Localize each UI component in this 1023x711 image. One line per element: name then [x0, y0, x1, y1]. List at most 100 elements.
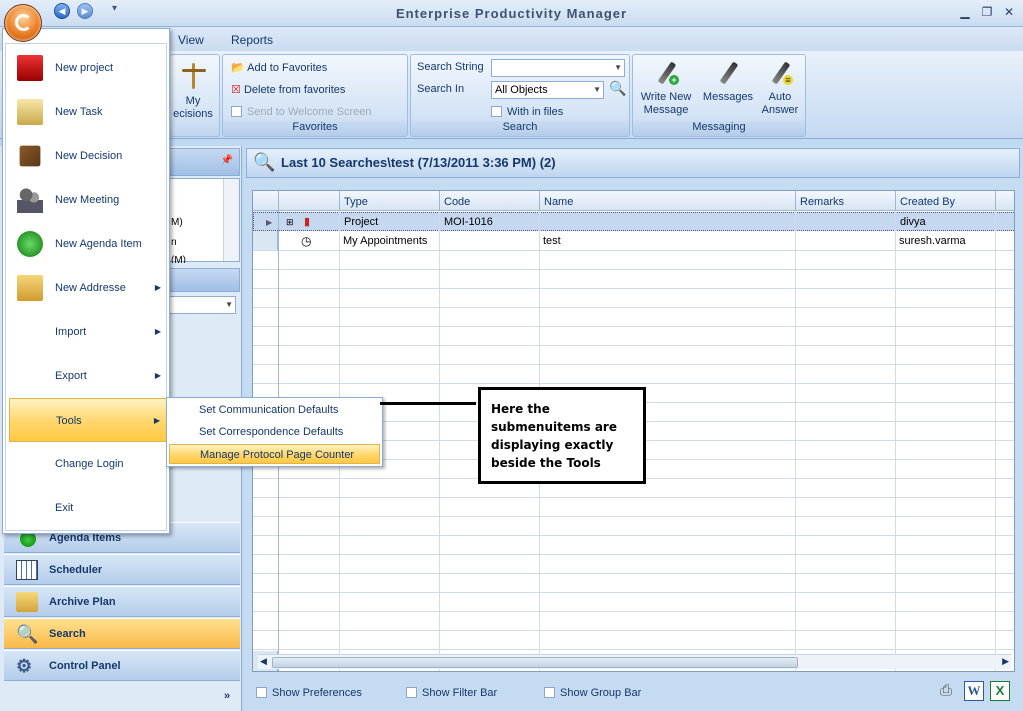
close-button[interactable]: ✕ — [999, 4, 1019, 20]
menu-new-task[interactable]: New Task — [9, 90, 169, 134]
forward-icon[interactable]: ▶ — [77, 3, 93, 19]
send-to-welcome-screen-checkbox[interactable]: Send to Welcome Screen — [231, 106, 372, 118]
scales-icon — [180, 61, 206, 93]
add-to-favorites-button[interactable]: 📂 Add to Favorites — [231, 61, 327, 74]
menu-export[interactable]: Export ▶ — [9, 354, 169, 398]
menu-change-login[interactable]: Change Login — [9, 442, 169, 486]
column-extra[interactable] — [995, 191, 1014, 211]
submenu-set-correspondence-defaults[interactable]: Set Correspondence Defaults — [169, 422, 380, 442]
menu-exit[interactable]: Exit — [9, 486, 169, 530]
auto-answer-icon: ≡ — [769, 61, 793, 89]
application-menu: New project New Task New Decision New Me… — [2, 28, 170, 534]
excel-export-icon[interactable]: X — [990, 681, 1010, 701]
column-icon[interactable] — [278, 191, 339, 211]
menu-new-agenda-item[interactable]: New Agenda Item — [9, 222, 169, 266]
search-icon[interactable]: 🔍 — [609, 80, 626, 97]
search-group-label: Search — [411, 121, 629, 136]
menu-item-label: New project — [55, 62, 114, 74]
show-filter-bar-label: Show Filter Bar — [422, 687, 498, 699]
column-name[interactable]: Name — [539, 191, 795, 211]
cell-name — [540, 213, 544, 232]
menu-new-addresse[interactable]: New Addresse ▶ — [9, 266, 169, 310]
horizontal-scrollbar[interactable]: ◀ ▶ — [258, 654, 1011, 669]
word-export-icon[interactable]: W — [964, 681, 984, 701]
vertical-scrollbar[interactable] — [223, 179, 239, 261]
nav-control-panel[interactable]: ⚙ Control Panel — [4, 650, 240, 681]
recent-list-item[interactable]: M) — [171, 217, 183, 228]
nav-scheduler[interactable]: Scheduler — [4, 554, 240, 585]
column-code[interactable]: Code — [439, 191, 539, 211]
cell-created-by: suresh.varma — [899, 235, 966, 247]
menu-new-project[interactable]: New project — [9, 46, 169, 90]
menu-import[interactable]: Import ▶ — [9, 310, 169, 354]
pin-icon[interactable]: 📌 — [221, 155, 233, 166]
tab-view[interactable]: View — [178, 33, 204, 47]
search-icon: 🔍 — [16, 624, 39, 644]
nav-archive-label: Archive Plan — [49, 596, 116, 608]
back-icon[interactable]: ◀ — [54, 3, 70, 19]
messages-button[interactable]: Messages — [699, 61, 757, 104]
quick-access-dropdown-icon[interactable]: ▾ — [112, 3, 117, 14]
cell-remarks — [796, 213, 800, 232]
show-group-bar-checkbox[interactable]: Show Group Bar — [544, 687, 641, 699]
auto-answer-button[interactable]: ≡ Auto Answer — [757, 61, 803, 117]
expand-icon[interactable]: ⊞ — [282, 213, 294, 232]
show-preferences-checkbox[interactable]: Show Preferences — [256, 687, 362, 699]
folder-icon — [16, 592, 38, 612]
show-preferences-label: Show Preferences — [272, 687, 362, 699]
submenu-manage-protocol-page-counter[interactable]: Manage Protocol Page Counter — [169, 444, 380, 464]
menu-item-label: Import — [55, 326, 87, 338]
scrollbar-thumb[interactable] — [272, 657, 798, 668]
gavel-icon — [19, 145, 41, 167]
expand-nav-icon[interactable]: » — [224, 690, 230, 702]
column-remarks[interactable]: Remarks — [795, 191, 895, 211]
search-group: Search String ▼ Search In All Objects ▼ 🔍… — [410, 54, 630, 137]
recent-list-item[interactable]: (M) — [171, 255, 186, 263]
messaging-group: + Write New Message Messages ≡ Auto Answer… — [632, 54, 806, 137]
menu-new-decision[interactable]: New Decision — [9, 134, 169, 178]
my-decisions-label-1: My — [185, 95, 201, 107]
cell-type: My Appointments — [343, 235, 428, 247]
search-in-select[interactable]: All Objects ▼ — [491, 81, 604, 99]
menu-item-label: Exit — [55, 502, 74, 514]
nav-archive-plan[interactable]: Archive Plan — [4, 586, 240, 617]
search-icon: 🔍 — [253, 152, 276, 172]
filter-select[interactable]: ▼ — [166, 296, 236, 314]
menu-item-label: New Addresse — [55, 282, 126, 294]
menu-item-label: New Decision — [55, 150, 123, 162]
write-new-message-button[interactable]: + Write New Message — [635, 61, 697, 117]
menu-new-meeting[interactable]: New Meeting — [9, 178, 169, 222]
checkbox-icon — [491, 106, 502, 117]
grid-header: Type Code Name Remarks Created By — [253, 191, 1014, 211]
tab-reports[interactable]: Reports — [231, 33, 273, 47]
delete-from-favorites-button[interactable]: ☒ Delete from favorites — [231, 83, 345, 96]
menu-item-label: New Task — [55, 106, 103, 118]
callout-pointer — [380, 402, 476, 405]
my-decisions-button[interactable]: My ecisions — [170, 61, 216, 121]
column-created-by[interactable]: Created By — [895, 191, 995, 211]
column-type[interactable]: Type — [339, 191, 439, 211]
scroll-right-icon[interactable]: ▶ — [1002, 656, 1009, 667]
recent-list-item[interactable]: n — [171, 237, 177, 248]
search-string-input[interactable]: ▼ — [491, 59, 625, 77]
with-in-files-checkbox[interactable]: With in files — [491, 106, 563, 118]
chevron-right-icon: ▶ — [154, 327, 161, 336]
print-icon[interactable]: ⎙ — [940, 682, 960, 700]
show-filter-bar-checkbox[interactable]: Show Filter Bar — [406, 687, 497, 699]
people-icon — [17, 187, 43, 213]
application-menu-button[interactable] — [4, 4, 42, 42]
menu-item-label: Change Login — [55, 458, 124, 470]
menu-tools[interactable]: Tools ▶ — [9, 398, 169, 442]
submenu-set-communication-defaults[interactable]: Set Communication Defaults — [169, 400, 380, 420]
minimize-button[interactable]: ▁ — [955, 4, 975, 20]
table-row[interactable]: ▶ ⊞ ▮ Project MOI-1016 divya — [253, 212, 1014, 232]
nav-search[interactable]: 🔍 Search — [4, 618, 240, 649]
write-label-2: Message — [643, 104, 689, 116]
pen-add-icon: + — [655, 61, 679, 89]
messaging-group-label: Messaging — [633, 121, 805, 136]
scroll-left-icon[interactable]: ◀ — [260, 656, 267, 667]
restore-button[interactable]: ❐ — [977, 4, 997, 20]
table-row[interactable]: ◷ My Appointments test suresh.varma — [253, 232, 1014, 251]
delete-from-favorites-label: Delete from favorites — [243, 84, 346, 96]
cell-code: MOI-1016 — [444, 216, 493, 228]
